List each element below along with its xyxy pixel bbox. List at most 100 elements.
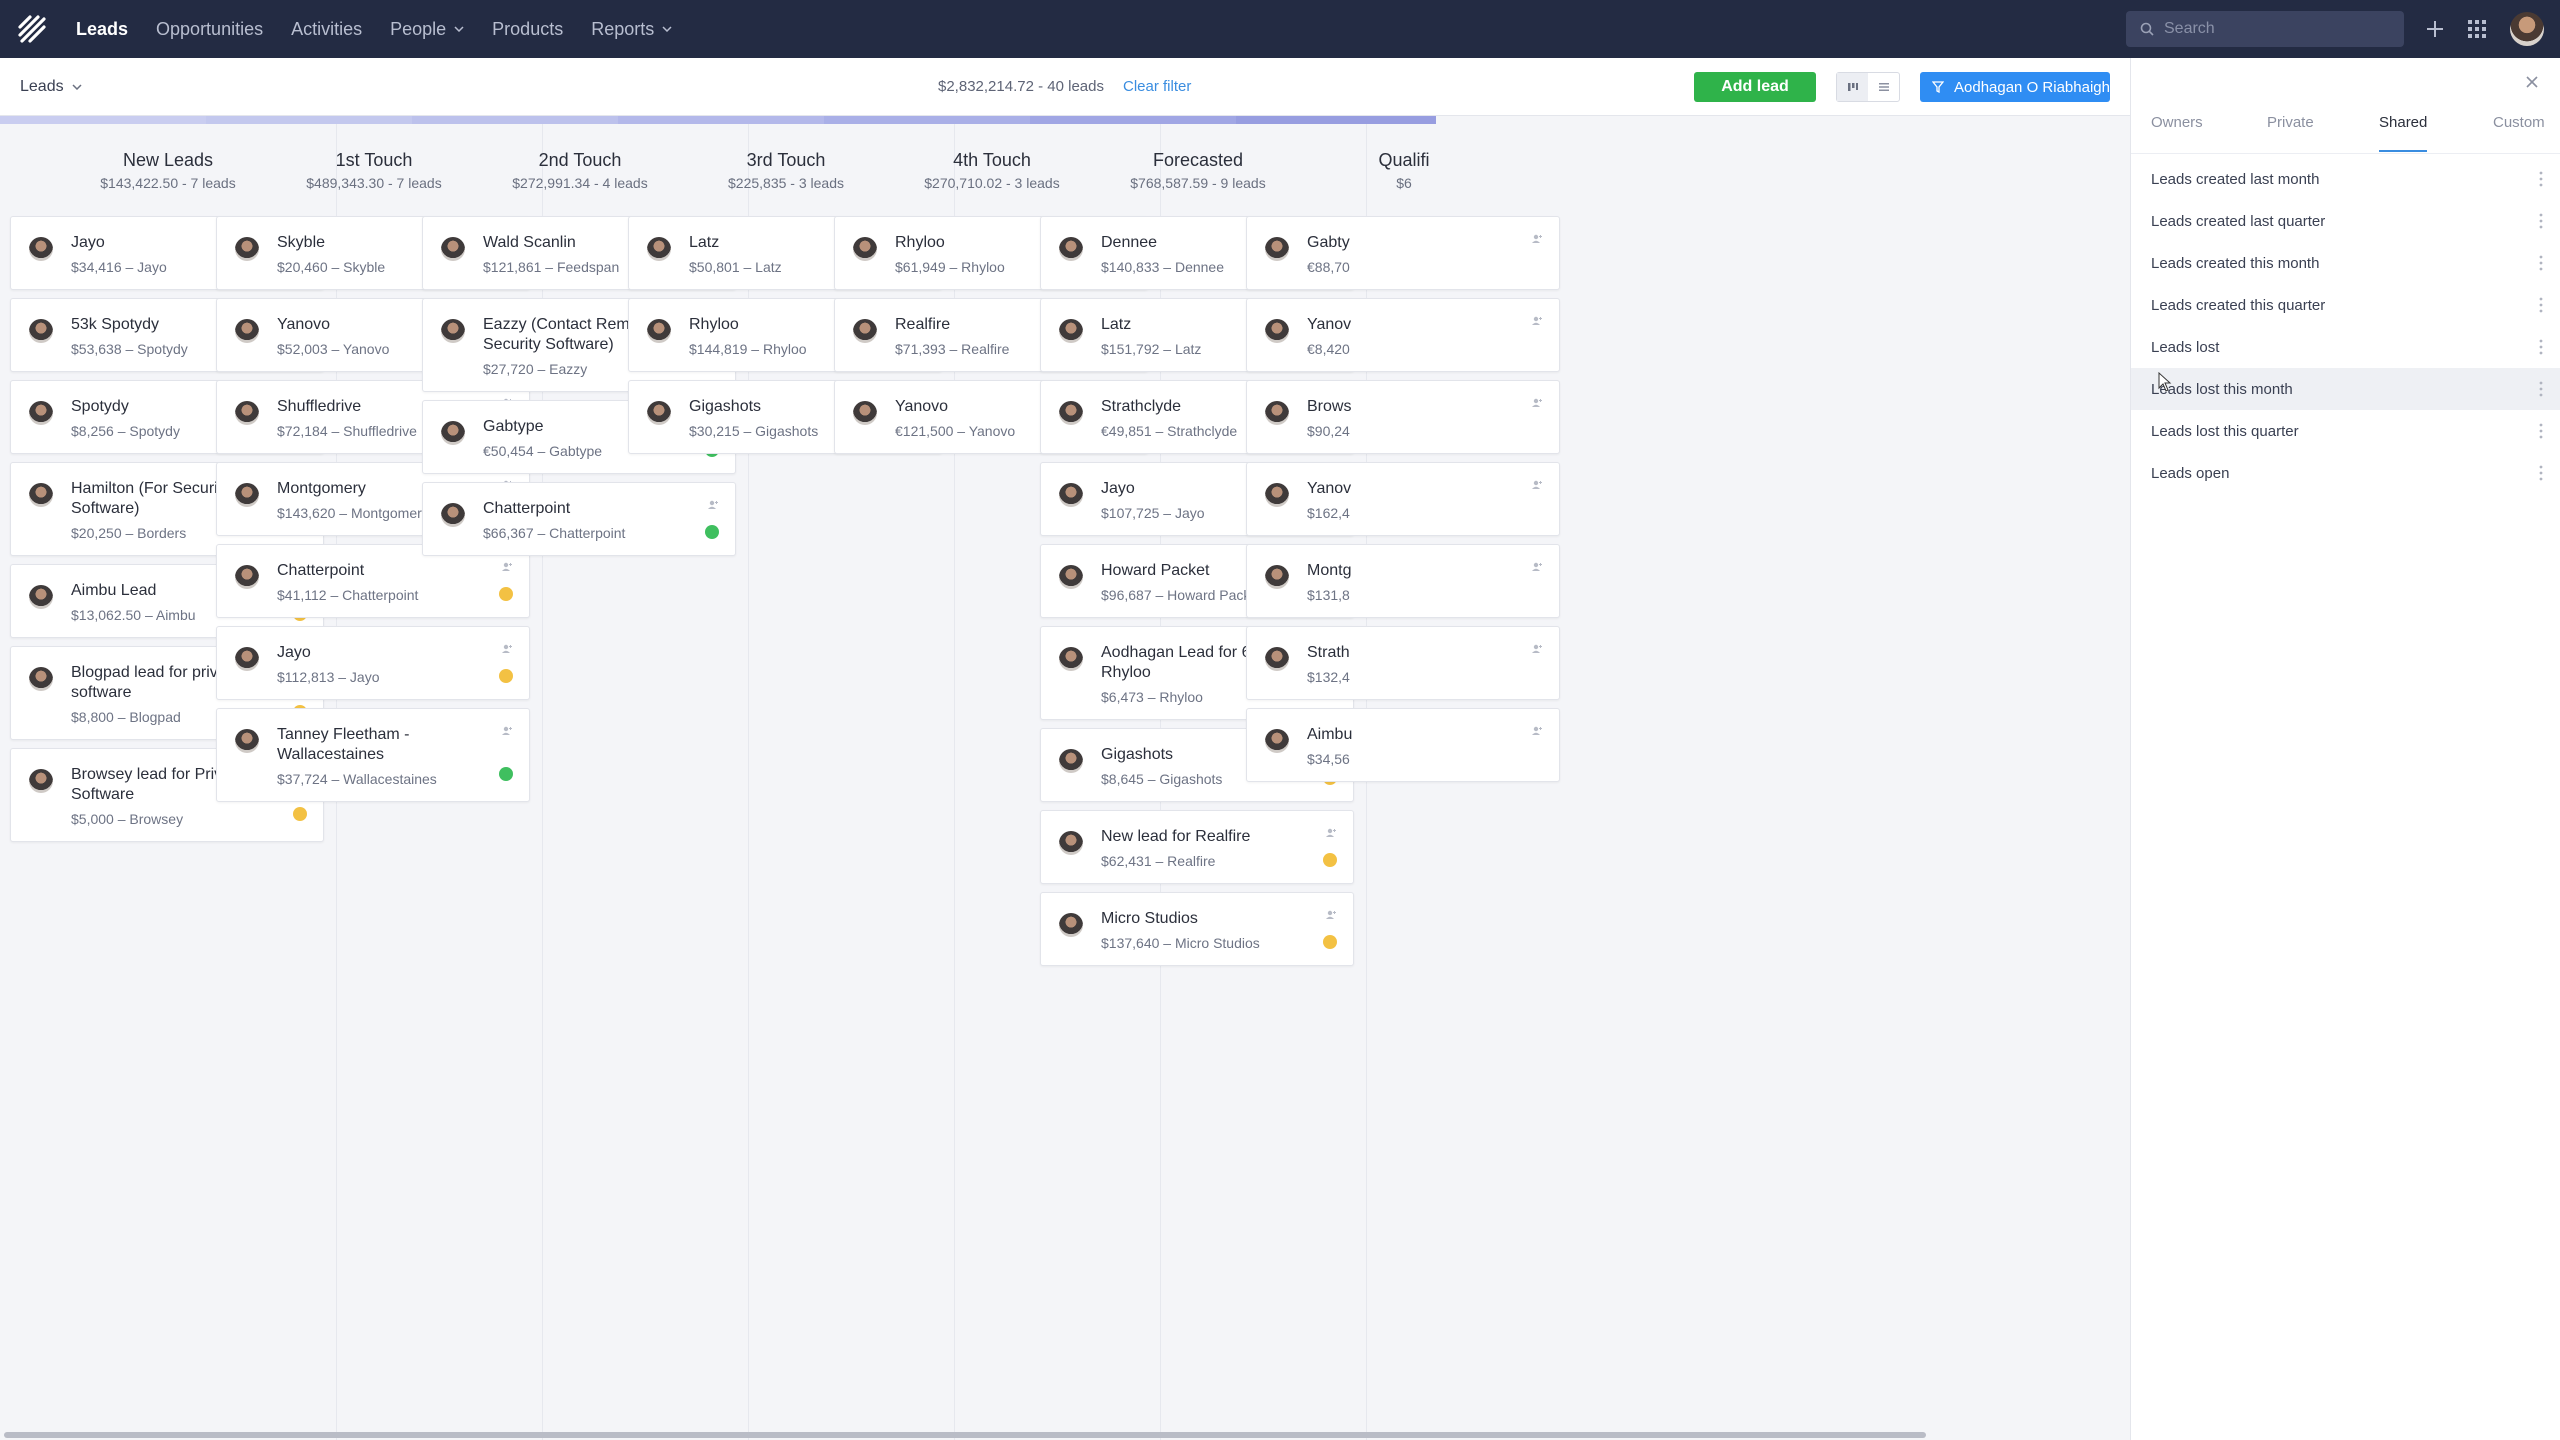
lead-card[interactable]: Montg $131,8 [1246,544,1560,618]
saved-filter-item[interactable]: Leads open [2131,452,2560,494]
more-options-icon[interactable] [2539,465,2543,481]
list-view-icon[interactable] [1868,73,1899,101]
add-lead-button[interactable]: Add lead [1694,72,1816,102]
lead-card[interactable]: Strath $132,4 [1246,626,1560,700]
tab-custom[interactable]: Custom [2493,114,2545,154]
more-options-icon[interactable] [2539,423,2543,439]
lead-value: $107,725 – Jayo [1101,505,1205,521]
lead-value: €121,500 – Yanovo [895,423,1016,439]
column-summary: $6 [1396,175,1412,191]
saved-filter-label: Leads created this month [2151,254,2320,272]
lead-title: Montg [1307,562,1352,579]
lead-card[interactable]: Aimbu $34,56 [1246,708,1560,782]
person-icon[interactable] [1531,641,1543,659]
owner-filter-button[interactable]: Aodhagan O Riabhaigh [1920,72,2110,102]
more-options-icon[interactable] [2539,297,2543,313]
saved-filter-item[interactable]: Leads lost this quarter [2131,410,2560,452]
lead-value: $50,801 – Latz [689,259,782,275]
saved-filter-item[interactable]: Leads lost this month [2131,368,2560,410]
search-box[interactable] [2126,11,2404,47]
lead-value: $5,000 – Browsey [71,811,184,827]
saved-filter-item[interactable]: Leads created this quarter [2131,284,2560,326]
lead-title: Gabty [1307,234,1350,251]
lead-card[interactable]: Brows $90,24 [1246,380,1560,454]
lead-card[interactable]: Yanov €8,420 [1246,298,1560,372]
app-logo-icon[interactable] [12,9,52,49]
column-color-bar [824,116,1030,124]
owner-avatar [235,319,259,343]
saved-filter-label: Leads created last month [2151,170,2320,188]
lead-card[interactable]: Yanov $162,4 [1246,462,1560,536]
saved-filter-label: Leads open [2151,464,2230,482]
chevron-down-icon [72,83,82,90]
board-view-icon[interactable] [1837,73,1868,101]
lead-value: $72,184 – Shuffledrive [277,423,417,439]
owner-avatar [853,401,877,425]
filter-tabs: Owners Private Shared Custom [2131,114,2560,154]
nav-item-people[interactable]: People [376,0,478,58]
person-icon[interactable] [1531,313,1543,331]
close-icon[interactable] [2522,72,2542,92]
saved-filter-item[interactable]: Leads created last month [2131,158,2560,200]
more-options-icon[interactable] [2539,381,2543,397]
column-color-bar [0,116,206,124]
tab-shared[interactable]: Shared [2379,114,2428,154]
owner-avatar [1265,565,1289,589]
person-icon[interactable] [1531,395,1543,413]
more-options-icon[interactable] [2539,213,2543,229]
lead-value: $8,645 – Gigashots [1101,771,1223,787]
more-options-icon[interactable] [2539,255,2543,271]
lead-value: $131,8 [1307,587,1350,603]
owner-avatar [647,237,671,261]
person-icon[interactable] [1531,723,1543,741]
view-selector[interactable]: Leads [20,78,82,96]
column-color-bar [206,116,412,124]
more-options-icon[interactable] [2539,171,2543,187]
lead-value: €88,70 [1307,259,1350,275]
saved-filters-panel: Owners Private Shared Custom Leads created … [2130,58,2560,1440]
owner-avatar [1059,483,1083,507]
owner-filter-label: Aodhagan O Riabhaigh [1954,78,2110,96]
lead-value: $53,638 – Spotydy [71,341,188,357]
search-input[interactable] [2164,20,2384,38]
saved-filter-item[interactable]: Leads created this month [2131,242,2560,284]
owner-avatar [29,667,53,691]
nav-item-leads[interactable]: Leads [62,0,142,58]
lead-value: $8,800 – Blogpad [71,709,181,725]
board-horizontal-scrollbar[interactable] [4,1432,1926,1438]
lead-value: €50,454 – Gabtype [483,443,603,459]
tab-private[interactable]: Private [2267,114,2314,154]
lead-value: $6,473 – Rhyloo [1101,689,1203,705]
lead-value: $61,949 – Rhyloo [895,259,1005,275]
nav-item-label: Reports [591,18,655,39]
add-icon[interactable] [2421,15,2449,43]
lead-card[interactable]: Gabty €88,70 [1246,216,1560,290]
owner-avatar [1059,237,1083,261]
nav-item-products[interactable]: Products [478,0,577,58]
lead-title: Yanov [1307,480,1352,497]
nav-item-reports[interactable]: Reports [577,0,686,58]
saved-filter-item[interactable]: Leads created last quarter [2131,200,2560,242]
nav-item-opportunities[interactable]: Opportunities [142,0,277,58]
owner-avatar [853,237,877,261]
owner-avatar [1265,319,1289,343]
owner-avatar [1059,831,1083,855]
user-avatar[interactable] [2510,12,2544,46]
clear-filter-link[interactable]: Clear filter [1123,78,1191,95]
nav-item-activities[interactable]: Activities [277,0,376,58]
owner-avatar [1059,647,1083,671]
lead-value: $90,24 [1307,423,1350,439]
owner-avatar [647,401,671,425]
more-options-icon[interactable] [2539,339,2543,355]
filter-list: Leads created last month Leads created la… [2131,158,2560,494]
lead-value: $162,4 [1307,505,1350,521]
person-icon[interactable] [1531,559,1543,577]
lead-value: $132,4 [1307,669,1350,685]
mouse-cursor-icon [2158,371,2172,397]
tab-owners[interactable]: Owners [2151,114,2203,154]
saved-filter-item[interactable]: Leads lost [2131,326,2560,368]
search-icon [2140,22,2154,36]
person-icon[interactable] [1531,231,1543,249]
apps-grid-icon[interactable] [2463,15,2491,43]
person-icon[interactable] [1531,477,1543,495]
